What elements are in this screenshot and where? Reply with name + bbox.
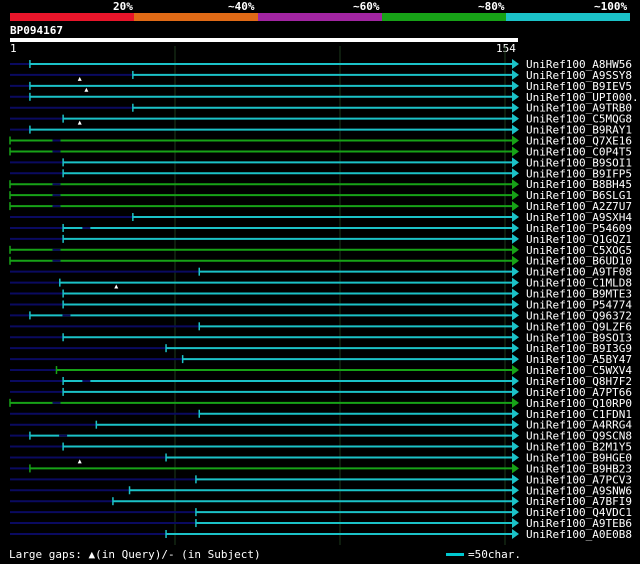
- gap-legend-text: Large gaps: ▲(in Query)/- (in Subject): [9, 548, 261, 561]
- hit-arrow-icon: [512, 255, 519, 266]
- hit-arrow-icon: [512, 80, 519, 91]
- hit-arrow-icon: [512, 528, 519, 539]
- hit-arrow-icon: [512, 354, 519, 365]
- hit-arrow-icon: [512, 430, 519, 441]
- hit-arrow-icon: [512, 365, 519, 376]
- hit-arrow-icon: [512, 419, 519, 430]
- query-gap-icon: [84, 87, 89, 92]
- hit-arrow-icon: [512, 332, 519, 343]
- hit-arrow-icon: [512, 233, 519, 244]
- hit-arrow-icon: [512, 474, 519, 485]
- hit-arrow-icon: [512, 102, 519, 113]
- query-gap-icon: [77, 76, 82, 81]
- hit-arrow-icon: [512, 408, 519, 419]
- hit-arrow-icon: [512, 190, 519, 201]
- query-gap-icon: [77, 120, 82, 125]
- hit-arrow-icon: [512, 485, 519, 496]
- hit-arrow-icon: [512, 452, 519, 463]
- hit-arrow-icon: [512, 113, 519, 124]
- hit-arrow-icon: [512, 146, 519, 157]
- hit-arrow-icon: [512, 157, 519, 168]
- hit-arrow-icon: [512, 463, 519, 474]
- scale-label: =50char.: [468, 548, 521, 561]
- hit-arrow-icon: [512, 375, 519, 386]
- hit-arrow-icon: [512, 124, 519, 135]
- hit-arrow-icon: [512, 507, 519, 518]
- hit-arrow-icon: [512, 266, 519, 277]
- hit-row[interactable]: UniRef100_A0E0B8: [10, 528, 632, 541]
- hit-arrow-icon: [512, 518, 519, 529]
- scale-bar: [446, 553, 464, 556]
- hit-arrow-icon: [512, 321, 519, 332]
- hit-arrow-icon: [512, 222, 519, 233]
- hit-arrow-icon: [512, 91, 519, 102]
- hit-arrow-icon: [512, 179, 519, 190]
- hit-arrow-icon: [512, 496, 519, 507]
- alignment-canvas: UniRef100_A8HW56UniRef100_A9SSY8UniRef10…: [9, 46, 640, 545]
- query-gap-icon: [77, 459, 82, 464]
- hit-arrow-icon: [512, 277, 519, 288]
- hit-arrow-icon: [512, 212, 519, 223]
- hit-arrow-icon: [512, 201, 519, 212]
- hit-arrow-icon: [512, 441, 519, 452]
- hit-arrow-icon: [512, 310, 519, 321]
- hit-arrow-icon: [512, 299, 519, 310]
- query-gap-icon: [114, 284, 119, 289]
- hit-arrow-icon: [512, 343, 519, 354]
- hit-arrow-icon: [512, 244, 519, 255]
- hit-arrow-icon: [512, 69, 519, 80]
- hit-label[interactable]: UniRef100_A0E0B8: [526, 528, 632, 541]
- hit-arrow-icon: [512, 168, 519, 179]
- hit-arrow-icon: [512, 59, 519, 69]
- hit-arrow-icon: [512, 386, 519, 397]
- hit-arrow-icon: [512, 397, 519, 408]
- hit-arrow-icon: [512, 135, 519, 146]
- hit-arrow-icon: [512, 288, 519, 299]
